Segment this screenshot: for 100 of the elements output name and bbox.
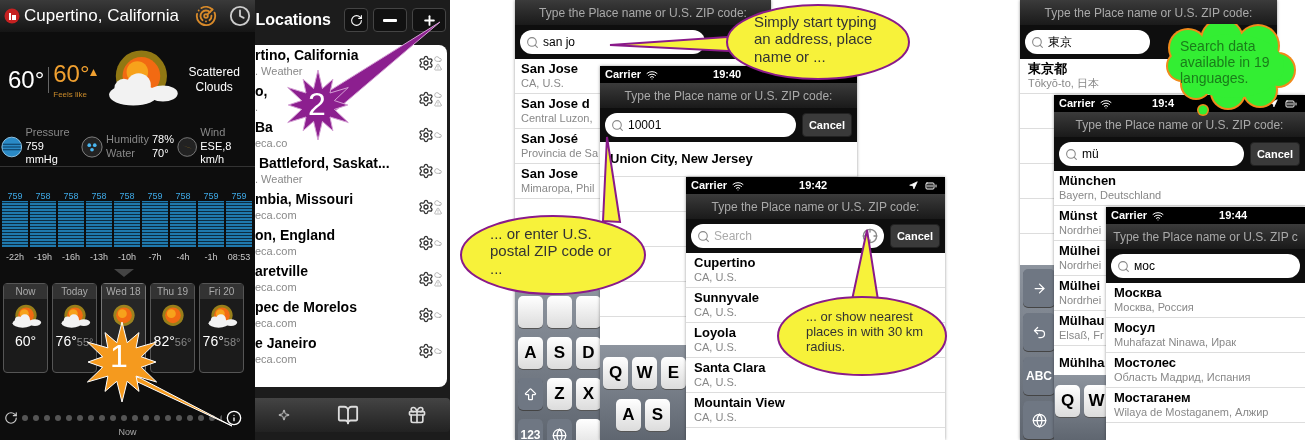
remove-button[interactable] [373, 8, 407, 32]
keyboard-key[interactable]: D [576, 337, 601, 369]
keyboard-key[interactable]: 123 [518, 419, 543, 440]
search-field[interactable]: mü [1059, 142, 1244, 166]
location-name[interactable]: o, [255, 83, 268, 101]
undo-key[interactable] [1023, 313, 1055, 351]
minus-icon [383, 18, 397, 22]
location-name[interactable]: Battleford, Saskat... [255, 155, 390, 173]
location-source: eca.com [255, 244, 297, 259]
result-name[interactable]: Москва [1114, 285, 1162, 302]
keyboard-key[interactable]: X [576, 378, 601, 410]
gear-icon[interactable] [418, 127, 434, 143]
pressure-bar [170, 201, 196, 247]
gear-icon[interactable] [418, 55, 434, 71]
location-name[interactable]: on, England [255, 227, 336, 245]
result-region: Nordrhei [1059, 294, 1102, 308]
result-name[interactable]: Mülhei [1059, 278, 1101, 295]
pressure-bar [114, 201, 140, 247]
result-name[interactable]: San Jose [521, 61, 579, 78]
result-name[interactable]: Mühlha [1059, 354, 1105, 372]
keyboard-key[interactable]: ABC [1023, 357, 1055, 395]
forecast-card[interactable]: Now 60° [3, 283, 48, 373]
pressure-bar [198, 201, 224, 247]
callout-text: ... or enter U.S. postal ZIP code or ... [490, 225, 613, 277]
result-name[interactable]: San Jose [521, 166, 579, 183]
search-icon [611, 118, 624, 132]
refresh-button[interactable] [344, 8, 368, 32]
gear-icon[interactable] [418, 307, 434, 323]
result-name[interactable]: Loyola [694, 325, 736, 342]
location-name[interactable]: rtino, California [255, 47, 359, 65]
search-field[interactable]: 10001 [605, 113, 796, 137]
keyboard-key[interactable]: S [645, 399, 670, 431]
gear-icon[interactable] [418, 163, 434, 179]
search-field[interactable]: 東京 [1025, 30, 1150, 54]
sparkle-icon[interactable] [277, 409, 290, 421]
gear-icon[interactable] [418, 271, 434, 287]
keyboard-key[interactable]: Q [1055, 385, 1080, 417]
add-button[interactable] [412, 8, 446, 32]
forecast-day: Fri 20 [200, 284, 243, 299]
shift-key[interactable] [518, 378, 543, 410]
info-icon[interactable] [226, 409, 242, 426]
search-prompt: Type the Place name or U.S. ZIP code: [711, 198, 920, 216]
location-name[interactable]: mbia, Missouri [255, 191, 354, 209]
radar-icon[interactable] [195, 5, 217, 27]
location-name[interactable]: e Janeiro [255, 335, 317, 353]
keyboard-key[interactable]: Z [547, 378, 572, 410]
gear-icon[interactable] [418, 91, 434, 107]
page-indicator[interactable] [22, 414, 222, 421]
forecast-card[interactable]: Thu 19 82°56° [150, 283, 195, 373]
result-name[interactable]: 東京都 [1028, 61, 1067, 78]
result-region: Москва, Россия [1114, 301, 1194, 315]
gear-icon[interactable] [418, 235, 434, 251]
location-name[interactable]: aretville [255, 263, 308, 281]
location-source: . Weather [255, 172, 303, 187]
forecast-card[interactable]: Today 76°55° [52, 283, 97, 373]
bar-value: 758 [35, 191, 51, 202]
result-name[interactable]: Mülhei [1059, 243, 1101, 260]
pressure-bar [2, 201, 28, 247]
keyboard-key[interactable]: A [518, 337, 543, 369]
result-name[interactable]: San José [521, 131, 579, 148]
result-name[interactable]: Mülhau [1059, 313, 1105, 330]
cancel-button[interactable]: Cancel [1249, 142, 1300, 166]
stat-label: Pressure [25, 125, 70, 140]
refresh-icon[interactable] [4, 410, 18, 425]
search-icon [526, 35, 539, 49]
result-name[interactable]: Sunnyvale [694, 290, 760, 307]
axis-label: 08:53 [227, 252, 251, 262]
search-field[interactable]: мос [1111, 254, 1300, 278]
cancel-button[interactable]: Cancel [889, 224, 940, 248]
result-name[interactable]: Santa Clara [694, 360, 766, 377]
keyboard-key[interactable]: Q [603, 357, 628, 389]
result-name[interactable]: Cupertino [694, 255, 756, 272]
result-name[interactable]: Мостаганем [1114, 390, 1191, 407]
globe-key[interactable] [1023, 401, 1055, 439]
clock-icon[interactable] [229, 5, 251, 27]
stat-value: ESE,8 km/h [200, 139, 233, 168]
droplets-icon [81, 135, 104, 158]
keyboard-key[interactable]: A [616, 399, 641, 431]
cancel-button[interactable]: Cancel [801, 113, 852, 137]
gear-icon[interactable] [418, 199, 434, 215]
status-time: 19:4 [1152, 96, 1175, 112]
result-name[interactable]: Mountain View [694, 395, 785, 412]
gift-icon[interactable] [407, 404, 428, 426]
result-name[interactable]: Мостолес [1114, 355, 1177, 372]
location-name[interactable]: pec de Morelos [255, 299, 357, 317]
carrier-name: Carrier [1111, 208, 1148, 224]
locate-icon[interactable] [861, 228, 878, 244]
location-name[interactable]: Ba [255, 119, 273, 137]
globe-icon [552, 427, 567, 440]
result-name[interactable]: München [1059, 173, 1117, 190]
result-name[interactable]: Münst [1059, 208, 1098, 225]
gear-icon[interactable] [418, 343, 434, 359]
keyboard-key[interactable]: S [547, 337, 572, 369]
arrow-key[interactable] [1023, 269, 1055, 307]
result-name[interactable]: San Jose d [521, 96, 590, 113]
result-name[interactable]: Мосул [1114, 320, 1156, 337]
keyboard-key[interactable]: W [632, 357, 657, 389]
keyboard-key[interactable]: E [661, 357, 686, 389]
forecast-card[interactable]: Fri 20 76°58° [199, 283, 244, 373]
stat-label: Humidity [106, 132, 149, 147]
